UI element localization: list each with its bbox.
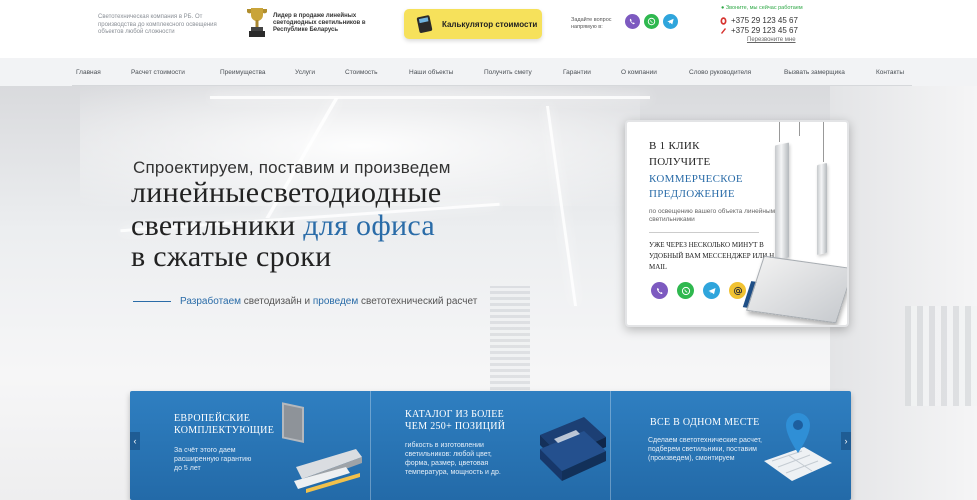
nav-item-price-calc[interactable]: Расчет стоимости [131, 69, 185, 76]
linear-lamp-image [775, 142, 789, 261]
email-icon[interactable] [729, 282, 746, 299]
header-messengers [625, 14, 678, 29]
feature-2-text: гибкость в изготовлении светильников: лю… [405, 442, 501, 476]
feature-separator [370, 391, 371, 500]
lamp-suspension [779, 122, 780, 142]
phone-1[interactable]: +375 29 123 45 67 [720, 16, 798, 25]
hero-title-line-3: в сжатые сроки [131, 240, 332, 273]
linear-lamp-image [817, 162, 827, 256]
hero-sub-dash [133, 301, 171, 302]
phone-1-number: +375 29 123 45 67 [731, 16, 798, 25]
offer-line-4: ПРЕДЛОЖЕНИЕ [649, 188, 735, 200]
light-beam [210, 96, 650, 99]
calculator-label: Калькулятор стоимости [442, 19, 538, 29]
offer-card[interactable]: В 1 КЛИК ПОЛУЧИТЕ КОММЕРЧЕСКОЕ ПРЕДЛОЖЕН… [625, 120, 849, 327]
whatsapp-icon[interactable] [644, 14, 659, 29]
viber-icon[interactable] [625, 14, 640, 29]
sub-text-2: светотехнический расчет [358, 296, 478, 307]
hero-title-word: светильники [131, 209, 304, 242]
sub-text-1: светодизайн и [241, 296, 313, 307]
offer-divider [649, 232, 759, 233]
hero-sub-text: Разработаем светодизайн и проведем свето… [180, 296, 477, 307]
nav-item-objects[interactable]: Наши объекты [409, 69, 453, 76]
calculator-button[interactable]: Калькулятор стоимости [404, 9, 542, 39]
operator-mts-icon [721, 27, 726, 34]
catalog-book-image [746, 255, 847, 324]
features-panel: ЕВРОПЕЙСКИЕ КОМПЛЕКТУЮЩИЕ За счёт этого … [130, 391, 851, 500]
hero-subtitle: Спроектируем, поставим и произведем [133, 158, 451, 177]
nav-divider [72, 85, 912, 86]
nav-item-cost[interactable]: Стоимость [345, 69, 378, 76]
features-prev-arrow[interactable]: ‹ [130, 432, 140, 450]
working-status: ● Звоните, мы сейчас работаем [721, 5, 803, 11]
whatsapp-icon[interactable] [677, 282, 694, 299]
feature-separator [610, 391, 611, 500]
nav-item-contacts[interactable]: Контакты [876, 69, 904, 76]
feature-1-text: За счёт этого даем расширенную гарантию … [174, 447, 252, 472]
right-window [905, 306, 977, 406]
leader-text: Лидер в продаже линейных светодиодных св… [273, 13, 366, 33]
offer-line-3: КОММЕРЧЕСКОЕ [649, 173, 743, 185]
calculator-icon [416, 15, 433, 33]
offer-messengers [651, 282, 746, 299]
features-next-arrow[interactable]: › [841, 432, 851, 450]
sub-accent-1: Разработаем [180, 296, 242, 307]
right-wall [830, 86, 977, 500]
callback-link[interactable]: Перезвоните мне [747, 37, 796, 43]
sub-accent-2: проведем [312, 296, 359, 307]
nav-item-estimate[interactable]: Получить смету [484, 69, 532, 76]
telegram-icon[interactable] [703, 282, 720, 299]
company-description: Светотехническая компания в РБ. От произ… [98, 14, 217, 35]
phone-2[interactable]: +375 29 123 45 67 [720, 26, 798, 35]
feature-1-title: ЕВРОПЕЙСКИЕ КОМПЛЕКТУЮЩИЕ [174, 413, 275, 436]
hero-title-line-1: линейныесветодиодные [131, 176, 442, 209]
nav-item-services[interactable]: Услуги [295, 69, 315, 76]
hero-title-accent: для офиса [303, 209, 436, 242]
profile-components-icon [282, 402, 362, 493]
site-header: Светотехническая компания в РБ. От произ… [0, 0, 977, 58]
map-pin-icon [764, 413, 832, 481]
lamp-suspension [799, 122, 800, 136]
nav-item-measurer[interactable]: Вызвать замерщика [784, 69, 845, 76]
nav-item-director[interactable]: Слово руководителя [689, 69, 751, 76]
nav-item-guarantees[interactable]: Гарантии [563, 69, 591, 76]
nav-item-home[interactable]: Главная [76, 69, 101, 76]
nav-item-about[interactable]: О компании [621, 69, 657, 76]
feature-2-title: КАТАЛОГ ИЗ БОЛЕЕ ЧЕМ 250+ ПОЗИЦИЙ [405, 409, 506, 432]
telegram-icon[interactable] [663, 14, 678, 29]
catalog-books-icon [540, 417, 606, 481]
ask-question-text: Задайте вопрос напрямую в: [571, 17, 612, 30]
main-nav: Главная Расчет стоимости Преимущества Ус… [0, 62, 977, 84]
offer-line-1: В 1 КЛИК [649, 140, 700, 152]
nav-item-advantages[interactable]: Преимущества [220, 69, 265, 76]
operator-a1-icon [720, 16, 727, 25]
phone-2-number: +375 29 123 45 67 [731, 26, 798, 35]
hero-title-line-2: светильники для офиса [131, 209, 435, 243]
offer-line-2: ПОЛУЧИТЕ [649, 156, 711, 168]
viber-icon[interactable] [651, 282, 668, 299]
feature-3-title: ВСЕ В ОДНОМ МЕСТЕ [650, 417, 760, 428]
feature-3-text: Сделаем светотехнические расчет, подбере… [648, 437, 762, 462]
lamp-suspension [823, 122, 824, 162]
award-cup-icon [247, 8, 267, 37]
